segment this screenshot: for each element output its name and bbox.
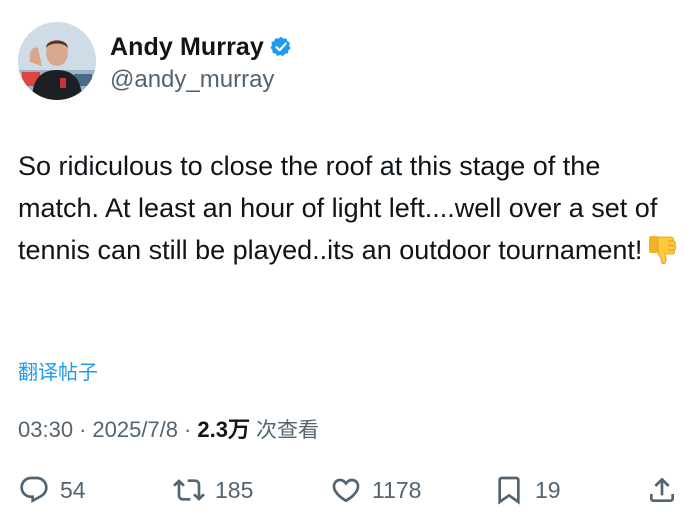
meta-separator: · [184, 417, 192, 442]
repost-button[interactable]: 185 [173, 470, 253, 510]
meta-separator: · [79, 417, 87, 442]
bookmark-button[interactable]: 19 [493, 470, 561, 510]
like-icon [332, 478, 360, 503]
tweet-time[interactable]: 03:30 [18, 417, 73, 443]
repost-count: 185 [215, 476, 254, 503]
bookmark-icon [498, 476, 520, 505]
tweet-text: So ridiculous to close the roof at this … [18, 145, 682, 271]
views-count[interactable]: 2.3万 [197, 412, 250, 444]
translate-post-link[interactable]: 翻译帖子 [18, 356, 98, 385]
action-bar: 54 185 1178 19 [18, 470, 682, 510]
views-label: 次查看 [255, 418, 319, 442]
tweet-body: So ridiculous to close the roof at this … [18, 151, 658, 265]
bookmark-count: 19 [535, 476, 561, 503]
author-display-name[interactable]: Andy Murray [110, 33, 264, 62]
thumbs-down-emoji [646, 233, 680, 267]
share-icon [650, 477, 674, 502]
reply-count: 54 [60, 476, 86, 503]
reply-icon [20, 476, 48, 503]
tweet-meta: 03:30 · 2025/7/8 · 2.3万 次查看 [18, 412, 319, 444]
tweet-header: Andy Murray @andy_murray [18, 22, 678, 102]
avatar[interactable] [18, 22, 96, 100]
author-handle[interactable]: @andy_murray [110, 66, 292, 94]
repost-icon [173, 479, 205, 501]
tweet-date[interactable]: 2025/7/8 [92, 417, 178, 443]
share-button[interactable] [646, 470, 678, 510]
like-count: 1178 [372, 476, 422, 503]
like-button[interactable]: 1178 [330, 470, 421, 510]
verified-badge-icon [270, 36, 292, 58]
reply-button[interactable]: 54 [18, 470, 86, 510]
